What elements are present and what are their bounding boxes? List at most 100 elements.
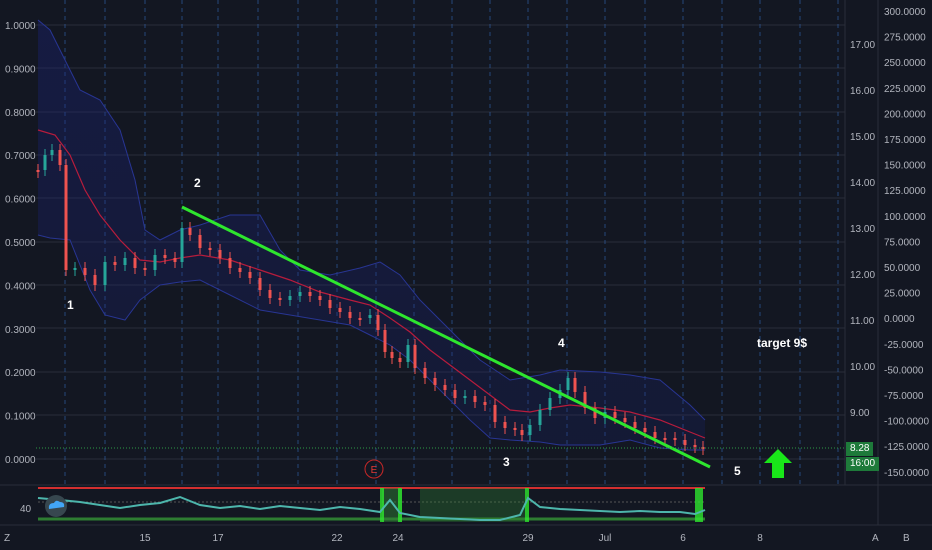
candle-body <box>413 345 417 368</box>
candle-body <box>123 258 127 265</box>
candle-body <box>383 330 387 352</box>
earnings-marker[interactable]: E <box>364 459 384 479</box>
candle-body <box>218 250 222 258</box>
candle-body <box>663 438 667 440</box>
chart-canvas[interactable]: 1.0000 0.9000 0.8000 0.7000 0.6000 0.5000 0.40… <box>0 0 932 550</box>
left-axis-tick: 0.2000 <box>5 368 36 379</box>
candle-body <box>473 396 477 402</box>
candle-body <box>376 315 380 330</box>
left-axis-tick: 0.5000 <box>5 238 36 249</box>
time-axis-tick: 15 <box>139 533 151 544</box>
candle-body <box>153 255 157 270</box>
candle-body <box>43 155 47 170</box>
price-scale-tick: 12.00 <box>850 270 875 281</box>
candle-body <box>198 235 202 248</box>
indicator-scale-tick: 200.0000 <box>884 109 926 120</box>
candle-body <box>368 315 372 318</box>
candle-body <box>693 445 697 447</box>
wave-label-5: 5 <box>734 464 741 478</box>
time-axis-tick: 17 <box>212 533 224 544</box>
candle-body <box>50 150 54 155</box>
candle-body <box>683 440 687 445</box>
price-scale-tick: 17.00 <box>850 40 875 51</box>
candle-body <box>520 430 524 435</box>
target-label: target 9$ <box>757 336 807 350</box>
time-axis-tick: 6 <box>680 533 686 544</box>
time-axis-tick: 8 <box>757 533 763 544</box>
candle-body <box>163 255 167 258</box>
left-axis-tick: 0.0000 <box>5 455 36 466</box>
oscillator-pane[interactable]: 40 <box>20 487 706 522</box>
indicator-scale[interactable]: 300.0000 275.0000 250.0000 225.0000 200.0000… <box>884 7 929 479</box>
time-axis-tick: 22 <box>331 533 343 544</box>
candle-body <box>433 378 437 385</box>
candle-body <box>673 438 677 440</box>
candle-body <box>208 248 212 250</box>
indicator-scale-tick: -50.0000 <box>884 365 924 376</box>
candle-body <box>238 268 242 272</box>
candle-body <box>173 258 177 262</box>
price-scale-tick: 16.00 <box>850 86 875 97</box>
wave-label-2: 2 <box>194 176 201 190</box>
indicator-scale-tick: 25.0000 <box>884 289 921 300</box>
candle-body <box>358 318 362 320</box>
corner-label-a[interactable]: A <box>872 533 879 544</box>
oscillator-highlight <box>380 488 384 522</box>
left-axis-tick: 1.0000 <box>5 21 36 32</box>
trend-line[interactable] <box>181 205 711 469</box>
wave-label-1: 1 <box>67 298 74 312</box>
indicator-scale-tick: 175.0000 <box>884 135 926 146</box>
candle-body <box>143 268 147 270</box>
corner-label-b[interactable]: B <box>903 533 910 544</box>
indicator-scale-tick: 150.0000 <box>884 161 926 172</box>
candle-body <box>308 292 312 296</box>
indicator-scale-tick: 50.0000 <box>884 263 921 274</box>
left-axis-tick: 0.1000 <box>5 412 36 423</box>
wave-label-4: 4 <box>558 336 565 350</box>
candle-body <box>653 432 657 438</box>
candle-body <box>623 418 627 422</box>
indicator-scale-tick: -75.0000 <box>884 391 924 402</box>
candle-body <box>103 262 107 285</box>
indicator-scale-tick: 75.0000 <box>884 237 921 248</box>
candle-body <box>248 272 252 278</box>
candle-body <box>258 278 262 290</box>
candle-body <box>133 258 137 268</box>
corner-label-left[interactable]: Z <box>4 533 10 544</box>
candle-body <box>493 405 497 422</box>
candle-body <box>188 228 192 235</box>
candle-body <box>113 262 117 265</box>
left-price-axis[interactable]: 1.0000 0.9000 0.8000 0.7000 0.6000 0.5000 0.40… <box>5 21 36 466</box>
time-axis-tick: Jul <box>599 533 612 544</box>
candle-body <box>443 385 447 390</box>
indicator-scale-tick: -100.0000 <box>884 417 929 428</box>
candle-body <box>548 398 552 410</box>
indicator-scale-tick: -25.0000 <box>884 340 924 351</box>
indicator-scale-tick: 0.0000 <box>884 314 915 325</box>
price-scale[interactable]: 17.00 16.00 15.00 14.00 13.00 12.00 11.00 10.00… <box>850 40 875 419</box>
candle-body <box>538 410 542 425</box>
candle-body <box>483 402 487 405</box>
candle-body <box>58 150 62 165</box>
price-scale-tick: 13.00 <box>850 224 875 235</box>
indicator-scale-tick: 275.0000 <box>884 33 926 44</box>
candle-body <box>613 412 617 418</box>
candle-body <box>633 422 637 428</box>
candle-body <box>566 378 570 390</box>
candle-body <box>390 352 394 358</box>
time-axis[interactable]: 15 17 22 24 29 Jul 6 8 <box>139 533 763 544</box>
candle-body <box>180 228 184 262</box>
candle-body <box>278 298 282 300</box>
price-scale-tick: 9.00 <box>850 408 870 419</box>
candle-body <box>288 296 292 300</box>
left-axis-tick: 0.4000 <box>5 281 36 292</box>
price-scale-tick: 10.00 <box>850 362 875 373</box>
candle-body <box>298 292 302 296</box>
candle-body <box>573 378 577 392</box>
indicator-scale-tick: 125.0000 <box>884 186 926 197</box>
candle-body <box>643 428 647 432</box>
candle-body <box>73 268 77 270</box>
candle-body <box>318 296 322 300</box>
candle-body <box>423 368 427 378</box>
indicator-scale-tick: 250.0000 <box>884 58 926 69</box>
